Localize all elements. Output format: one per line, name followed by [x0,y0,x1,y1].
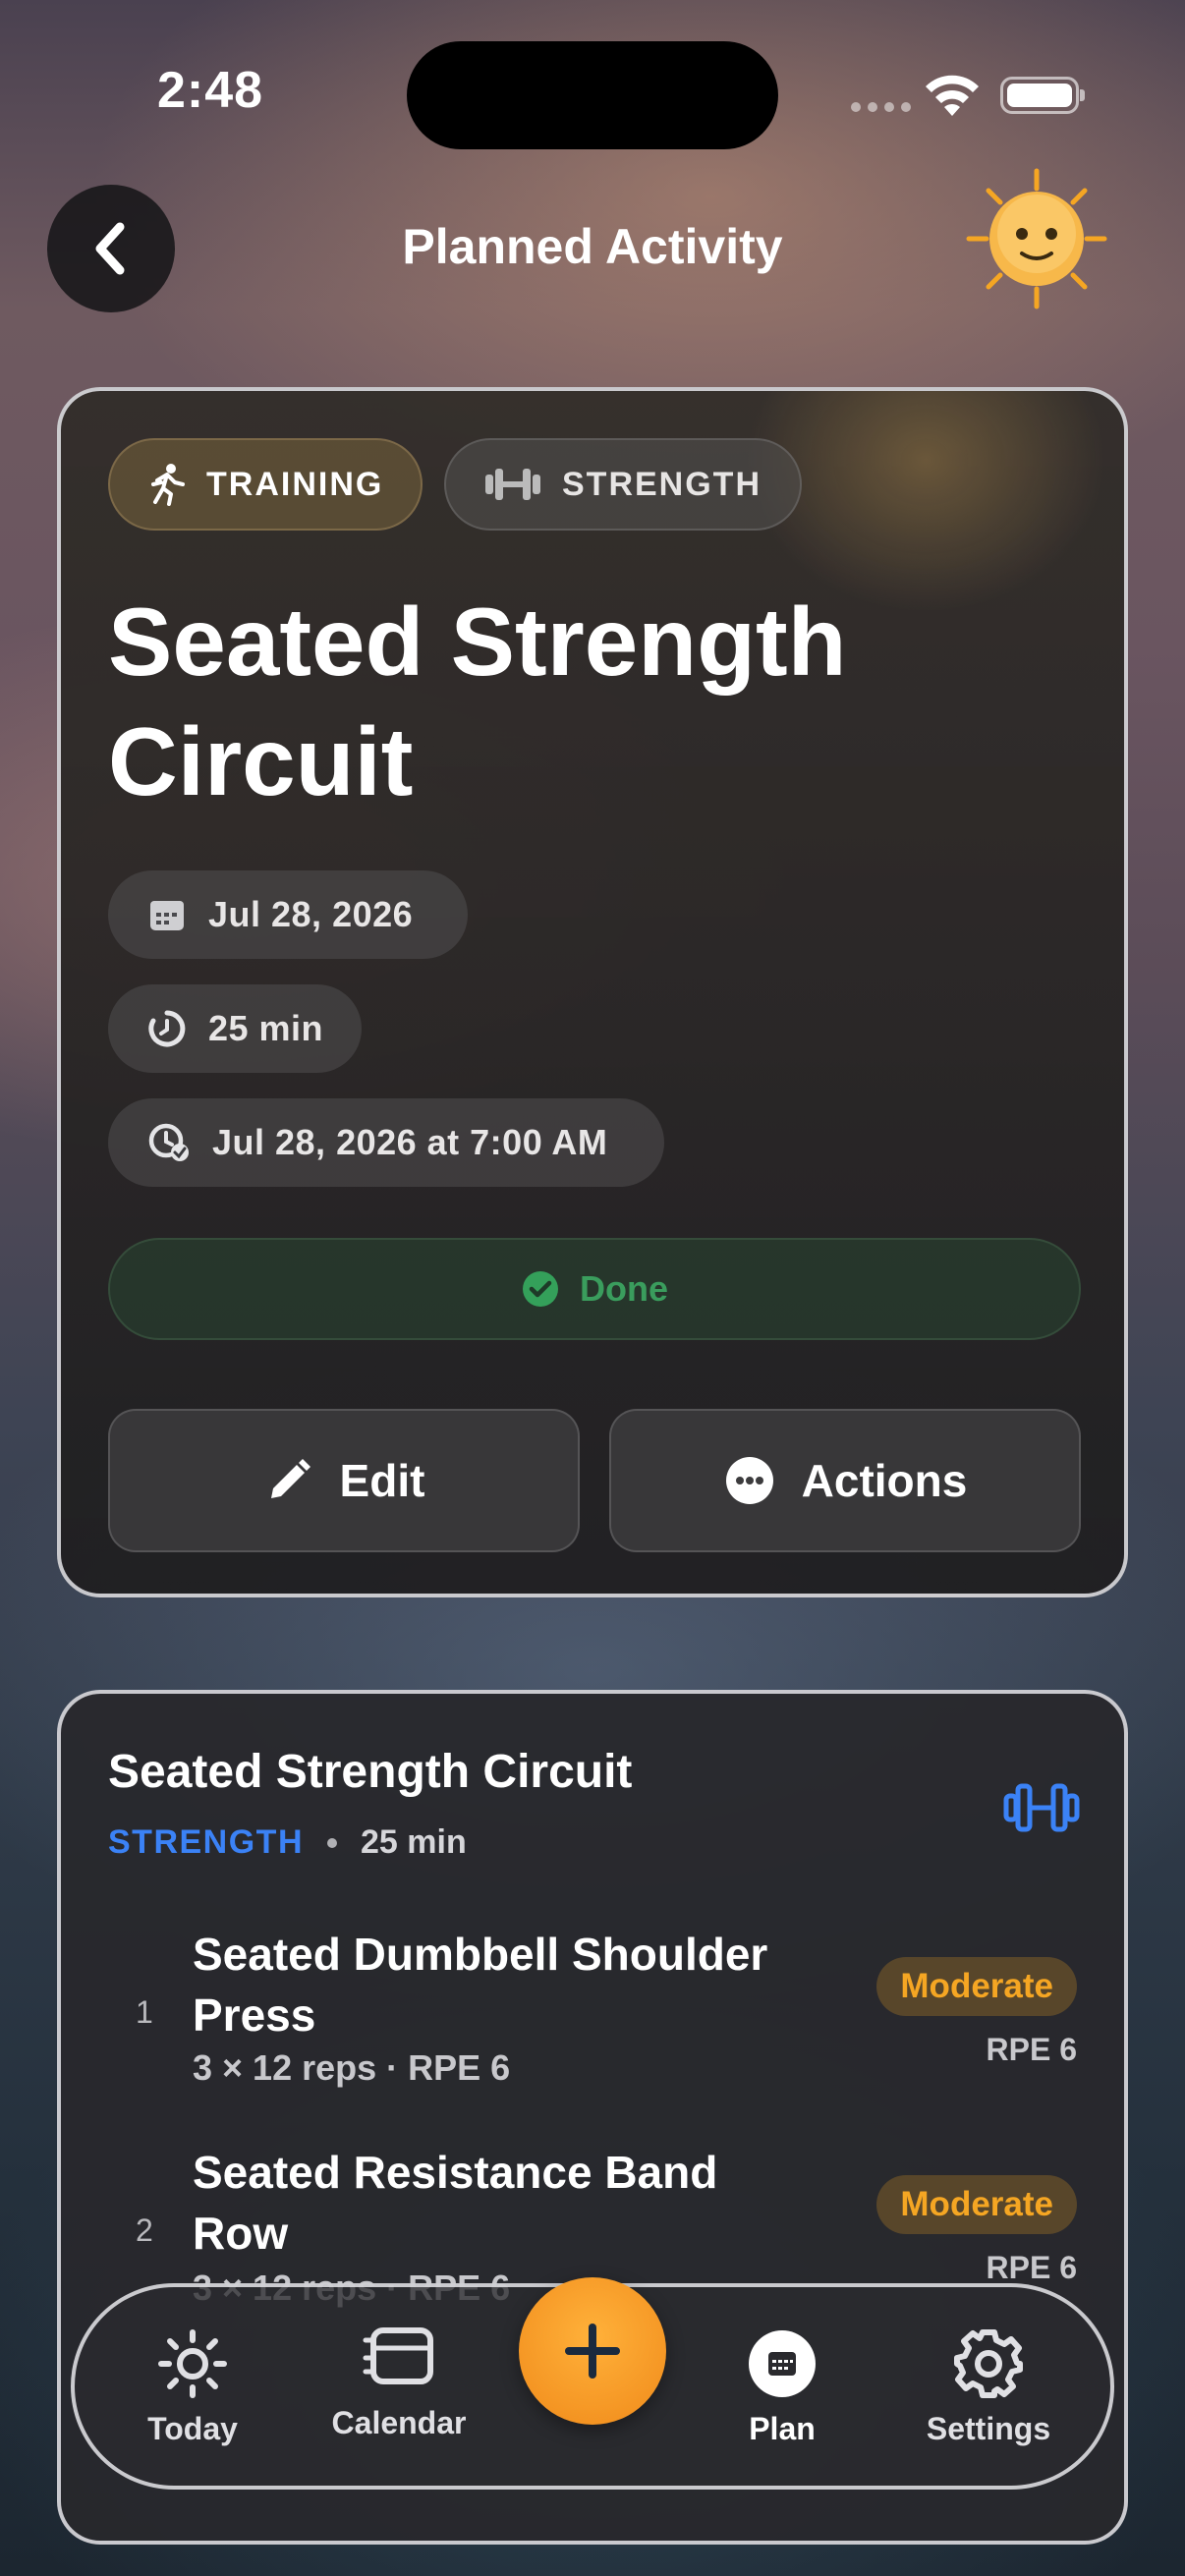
signal-icon [851,102,911,112]
running-icon [151,464,185,506]
dumbbell-icon [1003,1783,1080,1832]
plan-icon [749,2330,816,2397]
category-chip-label: TRAINING [206,465,384,503]
duration-text: 25 min [208,1008,324,1048]
sun-mascot-icon[interactable] [963,165,1110,312]
scheduled-pill: Jul 28, 2026 at 7:00 AM [108,1098,664,1187]
category-chip: TRAINING [108,438,423,531]
dynamic-island [407,41,778,149]
gear-icon [954,2329,1023,2398]
exercise-number: 1 [136,1994,153,2030]
status-time: 2:48 [157,62,264,119]
exercise-number: 2 [136,2212,153,2248]
tab-plan[interactable]: Plan [694,2326,871,2447]
separator-dot [327,1837,337,1848]
workout-duration: 25 min [361,1823,467,1861]
date-pill: Jul 28, 2026 [108,870,468,959]
tab-today-label: Today [147,2411,238,2446]
activity-title: Seated Strength Circuit [108,588,847,815]
activity-card: TRAINING STRENGTH Seated Strength Circui… [57,387,1128,1597]
tab-today[interactable]: Today [104,2326,281,2447]
tab-settings[interactable]: Settings [900,2326,1077,2447]
status-label: Done [580,1268,668,1309]
rpe-label: RPE 6 [986,2250,1077,2285]
wifi-icon [926,75,979,116]
tab-plan-label: Plan [749,2411,816,2446]
dumbbell-icon [485,469,540,500]
duration-pill: 25 min [108,984,362,1073]
calendar-icon [150,901,184,930]
sun-icon [158,2329,227,2398]
edit-button[interactable]: Edit [108,1409,580,1552]
workout-title: Seated Strength Circuit [108,1746,633,1798]
tab-calendar-label: Calendar [331,2405,467,2440]
plus-icon [565,2324,620,2379]
exercise-name[interactable]: Seated Resistance Band Row [193,2142,782,2264]
actions-button[interactable]: Actions [609,1409,1081,1552]
calendar-view-icon [363,2327,433,2384]
tab-settings-label: Settings [926,2411,1051,2446]
checkmark-circle-icon [523,1271,558,1307]
edit-label: Edit [339,1455,425,1506]
type-chip: STRENGTH [444,438,802,531]
clock-check-icon [148,1123,189,1161]
exercise-detail: 3 × 12 reps · RPE 6 [193,2047,511,2088]
status-done-button[interactable]: Done [108,1238,1081,1340]
workout-type: STRENGTH [108,1823,304,1861]
add-activity-button[interactable] [519,2277,666,2425]
rpe-label: RPE 6 [986,2032,1077,2067]
battery-icon [1000,77,1085,114]
actions-label: Actions [801,1455,968,1506]
scheduled-text: Jul 28, 2026 at 7:00 AM [212,1122,608,1162]
pencil-icon [270,1459,310,1498]
intensity-badge: Moderate [876,1957,1077,2016]
exercise-name[interactable]: Seated Dumbbell Shoulder Press [193,1924,782,2045]
workout-meta: STRENGTH 25 min [108,1823,467,1862]
intensity-badge: Moderate [876,2175,1077,2234]
date-text: Jul 28, 2026 [208,894,414,934]
tab-calendar[interactable]: Calendar [310,2321,487,2441]
more-options-icon [725,1457,773,1504]
type-chip-label: STRENGTH [562,465,762,503]
timer-icon [148,1010,186,1047]
